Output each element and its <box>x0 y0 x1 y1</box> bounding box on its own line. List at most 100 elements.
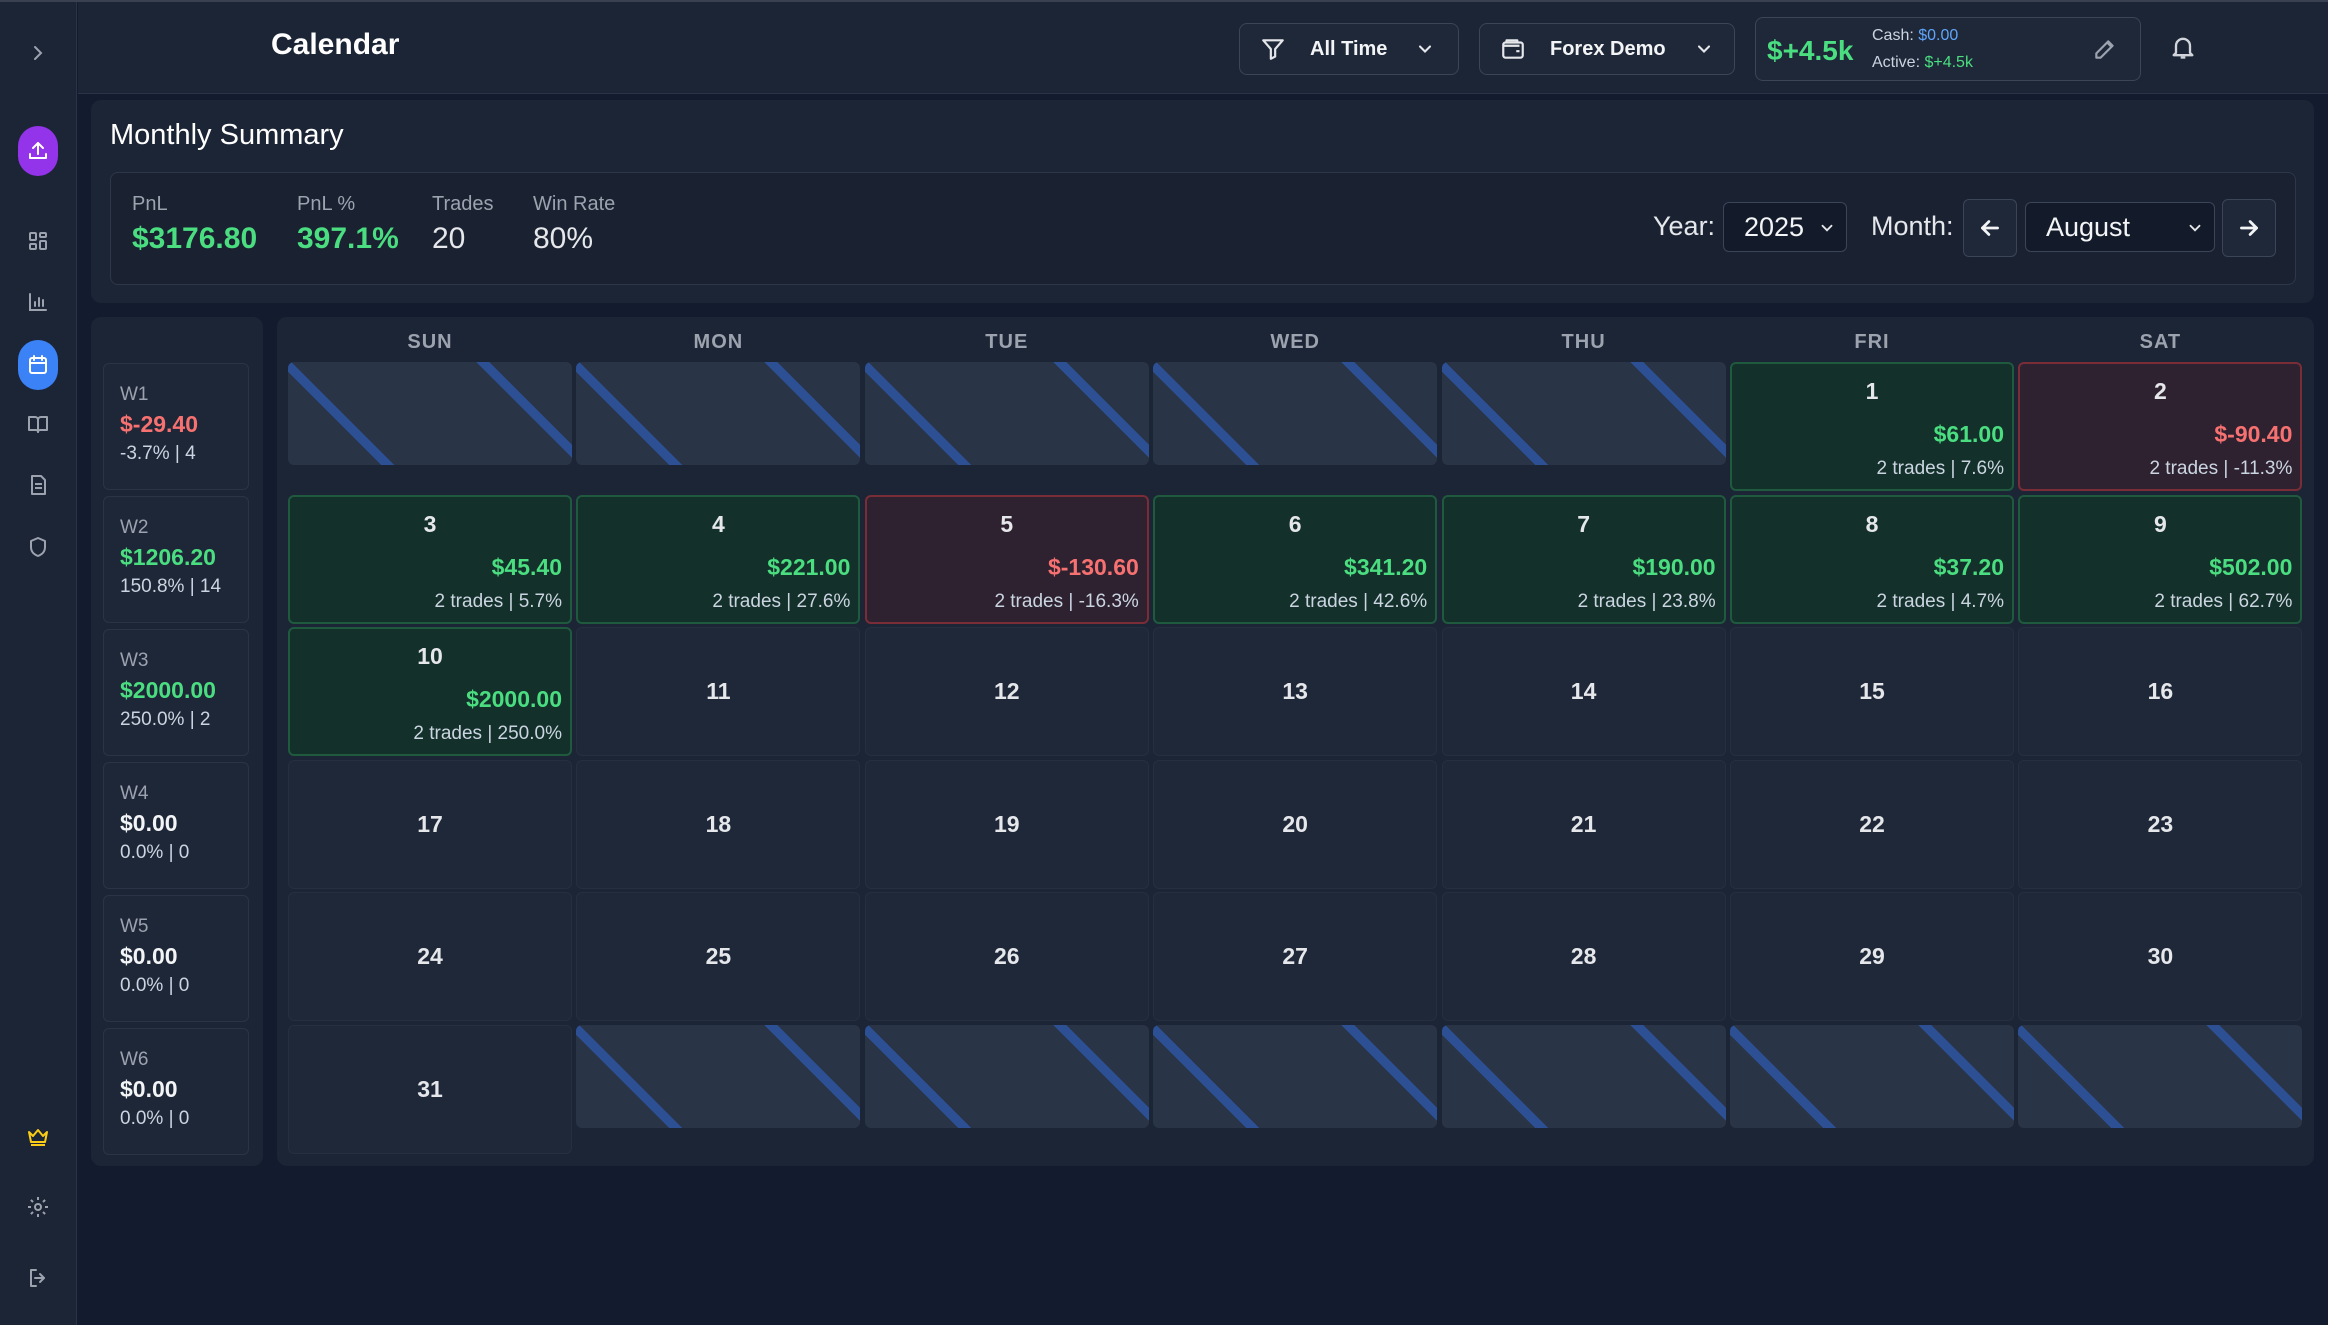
day-cell[interactable]: 17 <box>288 759 572 889</box>
week-pnl: $2000.00 <box>120 677 216 703</box>
day-cell[interactable]: 13 <box>1153 627 1438 757</box>
gear-icon[interactable] <box>19 1188 57 1226</box>
page-title: Calendar <box>271 28 400 61</box>
day-pnl: $2000.00 <box>466 686 562 713</box>
day-cell[interactable]: 1 $61.00 2 trades | 7.6% <box>1730 362 2014 491</box>
week-summary-card[interactable]: W5 $0.00 0.0% | 0 <box>103 895 249 1022</box>
day-cell[interactable]: 9 $502.00 2 trades | 62.7% <box>2018 494 2303 624</box>
day-cell[interactable]: 20 <box>1153 759 1438 889</box>
month-select[interactable]: August <box>2025 202 2215 252</box>
bar-chart-icon[interactable] <box>19 283 57 321</box>
document-icon[interactable] <box>19 466 57 504</box>
day-pnl: $221.00 <box>767 553 851 580</box>
day-pnl: $45.40 <box>491 553 562 580</box>
day-cell[interactable]: 5 $-130.60 2 trades | -16.3% <box>864 494 1149 624</box>
calendar-icon[interactable] <box>18 340 58 390</box>
weekday-header: FRI <box>1854 331 1890 353</box>
edit-icon[interactable] <box>2092 36 2118 62</box>
stat-trades: Trades 20 <box>432 193 494 255</box>
day-cell[interactable]: 29 <box>1730 892 2014 1022</box>
day-cell[interactable]: 10 $2000.00 2 trades | 250.0% <box>288 627 572 757</box>
calendar-grid: SUN MON TUE WED THU FRI SAT 1 $61.00 2 trades | 7… <box>277 317 2314 1166</box>
balance-widget[interactable]: $+4.5k Cash: $0.00 Active: $+4.5k <box>1755 17 2141 81</box>
active-balance: Active: $+4.5k <box>1872 54 1973 71</box>
day-cell[interactable]: 12 <box>864 627 1149 757</box>
day-pnl: $-130.60 <box>1047 553 1139 580</box>
day-cell[interactable]: 11 <box>576 627 861 757</box>
prev-month-button[interactable] <box>1963 199 2017 257</box>
day-cell[interactable]: 3 $45.40 2 trades | 5.7% <box>288 494 572 624</box>
week-summary-card[interactable]: W1 $-29.40 -3.7% | 4 <box>103 363 249 490</box>
day-cell[interactable]: 15 <box>1730 627 2014 757</box>
account-dropdown[interactable]: Forex Demo <box>1479 23 1735 75</box>
book-icon[interactable] <box>19 405 57 443</box>
day-cell[interactable]: 25 <box>576 892 861 1022</box>
day-number: 2 <box>2153 378 2167 404</box>
day-number: 10 <box>417 643 443 670</box>
day-number: 31 <box>417 1076 443 1102</box>
empty-day-cell <box>576 362 861 465</box>
empty-day-cell <box>1153 1025 1438 1128</box>
week-summary-card[interactable]: W2 $1206.20 150.8% | 14 <box>103 496 249 623</box>
day-cell[interactable]: 21 <box>1441 759 1726 889</box>
empty-day-cell <box>1441 362 1726 465</box>
day-cell[interactable]: 8 $37.20 2 trades | 4.7% <box>1730 494 2014 624</box>
week-summary-card[interactable]: W6 $0.00 0.0% | 0 <box>103 1028 249 1155</box>
day-number: 14 <box>1570 678 1597 705</box>
day-cell[interactable]: 30 <box>2018 892 2303 1022</box>
day-cell[interactable]: 22 <box>1730 759 2014 889</box>
day-cell[interactable]: 14 <box>1441 627 1726 757</box>
stat-win-rate: Win Rate 80% <box>533 193 616 255</box>
time-filter-dropdown[interactable]: All Time <box>1239 23 1459 75</box>
crown-icon[interactable] <box>19 1117 57 1155</box>
weekday-header: SUN <box>407 331 453 353</box>
day-number: 19 <box>994 810 1020 837</box>
monthly-summary-panel: Monthly Summary PnL $3176.80 PnL % 397.1… <box>91 100 2314 303</box>
day-number: 6 <box>1288 510 1302 537</box>
chevron-down-icon <box>1821 224 1833 232</box>
weekday-header: SAT <box>2139 331 2182 353</box>
next-month-button[interactable] <box>2222 199 2276 257</box>
day-cell[interactable]: 4 $221.00 2 trades | 27.6% <box>576 494 861 624</box>
week-summary-card[interactable]: W3 $2000.00 250.0% | 2 <box>103 629 249 756</box>
bell-icon[interactable] <box>2169 33 2201 65</box>
day-trade-stats: 2 trades | 23.8% <box>1577 590 1716 612</box>
empty-day-cell <box>576 1025 861 1128</box>
week-pnl: $1206.20 <box>120 544 216 570</box>
year-select[interactable]: 2025 <box>1723 202 1847 252</box>
day-cell[interactable]: 23 <box>2018 759 2303 889</box>
empty-day-cell <box>1441 1025 1726 1128</box>
day-cell[interactable]: 31 <box>288 1025 572 1154</box>
empty-day-cell <box>864 362 1149 465</box>
day-cell[interactable]: 26 <box>864 892 1149 1022</box>
cash-balance: Cash: $0.00 <box>1872 27 1959 44</box>
day-cell[interactable]: 2 $-90.40 2 trades | -11.3% <box>2018 362 2303 491</box>
day-cell[interactable]: 7 $190.00 2 trades | 23.8% <box>1441 494 1726 624</box>
day-cell[interactable]: 28 <box>1441 892 1726 1022</box>
day-number: 1 <box>1865 378 1879 404</box>
upload-icon[interactable] <box>18 126 58 176</box>
day-cell[interactable]: 6 $341.20 2 trades | 42.6% <box>1153 494 1438 624</box>
day-number: 18 <box>705 810 732 837</box>
day-number: 5 <box>1000 510 1014 537</box>
chevron-right-icon[interactable] <box>19 34 57 72</box>
day-cell[interactable]: 27 <box>1153 892 1438 1022</box>
empty-day-cell <box>1153 362 1438 465</box>
day-pnl: $190.00 <box>1632 553 1716 580</box>
week-pnl: $0.00 <box>120 810 178 836</box>
logout-icon[interactable] <box>19 1259 57 1297</box>
day-number: 29 <box>1859 943 1885 970</box>
day-cell[interactable]: 18 <box>576 759 861 889</box>
day-cell[interactable]: 16 <box>2018 627 2303 757</box>
week-summary-card[interactable]: W4 $0.00 0.0% | 0 <box>103 762 249 889</box>
empty-day-cell <box>864 1025 1149 1128</box>
day-cell[interactable]: 24 <box>288 892 572 1022</box>
dashboard-icon[interactable] <box>19 222 57 260</box>
balance-total: $+4.5k <box>1767 35 1854 66</box>
day-cell[interactable]: 19 <box>864 759 1149 889</box>
shield-icon[interactable] <box>19 528 57 566</box>
arrow-right-icon <box>2240 220 2258 236</box>
sidebar <box>0 2 77 1325</box>
week-label: W2 <box>120 517 149 538</box>
week-stats: 250.0% | 2 <box>120 709 211 730</box>
